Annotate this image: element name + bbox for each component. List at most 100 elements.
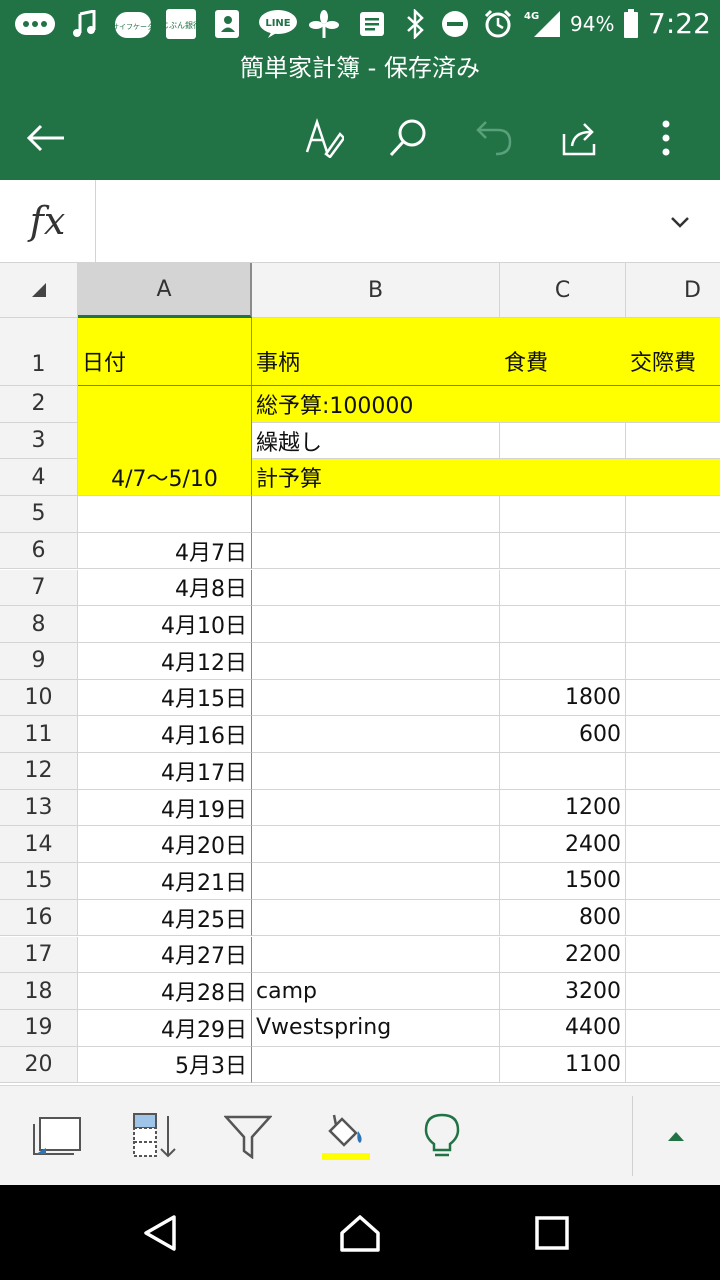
cell-a1[interactable]: 日付 (78, 318, 252, 386)
cell-a19[interactable]: 4月29日 (78, 1009, 252, 1047)
cell-a16[interactable]: 4月25日 (78, 899, 252, 937)
row-header[interactable]: 13 (0, 789, 78, 827)
row-header[interactable]: 9 (0, 642, 78, 680)
sort-button[interactable] (124, 1106, 184, 1166)
cell-d11[interactable] (626, 716, 720, 753)
cell-a2[interactable] (78, 386, 252, 423)
column-header-b[interactable]: B (252, 263, 500, 318)
back-button[interactable] (16, 108, 76, 168)
cell-d4[interactable] (626, 459, 720, 497)
cell-a18[interactable]: 4月28日 (78, 973, 252, 1010)
undo-button[interactable] (464, 108, 524, 168)
cell-b16[interactable] (252, 899, 500, 937)
formula-input[interactable] (100, 180, 660, 262)
more-options-button[interactable] (636, 108, 696, 168)
cell-b19[interactable]: Vwestspring (252, 1009, 500, 1047)
cell-b4[interactable]: 計予算 (252, 459, 500, 497)
cell-c14[interactable]: 2400 (500, 826, 626, 864)
spreadsheet-grid[interactable]: A B C D 1 日付 事柄 食費 交際費 2 総予算:100000 3 繰越し 4 4/7～5/10 計予… (0, 263, 720, 1085)
cell-c17[interactable]: 2200 (500, 936, 626, 974)
row-header[interactable]: 5 (0, 496, 78, 533)
cell-b11[interactable] (252, 716, 500, 753)
cell-a4[interactable]: 4/7～5/10 (78, 459, 252, 497)
cell-a9[interactable]: 4月12日 (78, 642, 252, 680)
fill-color-button[interactable] (314, 1106, 374, 1166)
row-header[interactable]: 19 (0, 1009, 78, 1047)
column-header-d[interactable]: D (626, 263, 720, 318)
cell-c19[interactable]: 4400 (500, 1009, 626, 1047)
cell-c20[interactable]: 1100 (500, 1046, 626, 1084)
cell-c6[interactable] (500, 532, 626, 570)
cell-b18[interactable]: camp (252, 973, 500, 1010)
edit-button[interactable] (294, 108, 354, 168)
cell-b2[interactable]: 総予算:100000 (252, 386, 500, 423)
nav-home-button[interactable] (330, 1205, 390, 1261)
cell-b15[interactable] (252, 863, 500, 900)
cell-d3[interactable] (626, 423, 720, 460)
cell-b8[interactable] (252, 606, 500, 643)
cell-c7[interactable] (500, 569, 626, 607)
cell-c5[interactable] (500, 496, 626, 533)
cell-c18[interactable]: 3200 (500, 973, 626, 1010)
cell-c12[interactable] (500, 753, 626, 790)
cell-a3[interactable] (78, 422, 252, 460)
row-header[interactable]: 12 (0, 753, 78, 790)
cell-d15[interactable] (626, 863, 720, 900)
cell-c1[interactable]: 食費 (500, 318, 626, 386)
row-header[interactable]: 10 (0, 679, 78, 717)
cell-a6[interactable]: 4月7日 (78, 532, 252, 570)
row-header[interactable]: 17 (0, 936, 78, 974)
select-all-corner[interactable] (0, 263, 78, 318)
cell-d5[interactable] (626, 496, 720, 533)
nav-recents-button[interactable] (522, 1205, 582, 1261)
cell-a12[interactable]: 4月17日 (78, 753, 252, 790)
cell-c3[interactable] (500, 422, 626, 460)
row-header[interactable]: 16 (0, 899, 78, 937)
cell-d16[interactable] (626, 900, 720, 937)
cell-c10[interactable]: 1800 (500, 679, 626, 717)
row-header[interactable]: 4 (0, 459, 78, 497)
row-header[interactable]: 7 (0, 569, 78, 607)
expand-formula-button[interactable] (662, 204, 698, 240)
cell-b13[interactable] (252, 789, 500, 827)
cell-b5[interactable] (252, 496, 500, 533)
row-header[interactable]: 18 (0, 973, 78, 1010)
cell-a20[interactable]: 5月3日 (78, 1046, 252, 1084)
cell-b10[interactable] (252, 679, 500, 717)
cell-a17[interactable]: 4月27日 (78, 936, 252, 974)
cell-d10[interactable] (626, 680, 720, 717)
cell-c15[interactable]: 1500 (500, 863, 626, 900)
cell-a11[interactable]: 4月16日 (78, 716, 252, 753)
cell-b7[interactable] (252, 569, 500, 607)
cell-a13[interactable]: 4月19日 (78, 789, 252, 827)
cell-c9[interactable] (500, 642, 626, 680)
row-header[interactable]: 2 (0, 386, 78, 423)
cell-c16[interactable]: 800 (500, 899, 626, 937)
row-header[interactable]: 11 (0, 716, 78, 753)
search-button[interactable] (378, 108, 438, 168)
cell-a10[interactable]: 4月15日 (78, 679, 252, 717)
row-header[interactable]: 14 (0, 826, 78, 864)
cell-d6[interactable] (626, 533, 720, 570)
cell-d9[interactable] (626, 643, 720, 680)
cell-a8[interactable]: 4月10日 (78, 606, 252, 643)
cell-a7[interactable]: 4月8日 (78, 569, 252, 607)
row-header[interactable]: 3 (0, 422, 78, 460)
cell-b17[interactable] (252, 936, 500, 974)
filter-button[interactable] (218, 1106, 278, 1166)
cell-d20[interactable] (626, 1047, 720, 1084)
row-header[interactable]: 1 (0, 318, 78, 386)
cell-c4[interactable] (500, 459, 626, 497)
cell-d17[interactable] (626, 937, 720, 974)
cell-d18[interactable] (626, 973, 720, 1010)
freeze-panes-button[interactable] (26, 1106, 86, 1166)
nav-back-button[interactable] (130, 1205, 190, 1261)
row-header[interactable]: 6 (0, 532, 78, 570)
cell-b3[interactable]: 繰越し (252, 422, 500, 460)
column-header-c[interactable]: C (500, 263, 626, 318)
cell-c13[interactable]: 1200 (500, 789, 626, 827)
cell-b20[interactable] (252, 1046, 500, 1084)
cell-d8[interactable] (626, 606, 720, 643)
expand-ribbon-button[interactable] (646, 1106, 706, 1166)
cell-d7[interactable] (626, 570, 720, 607)
